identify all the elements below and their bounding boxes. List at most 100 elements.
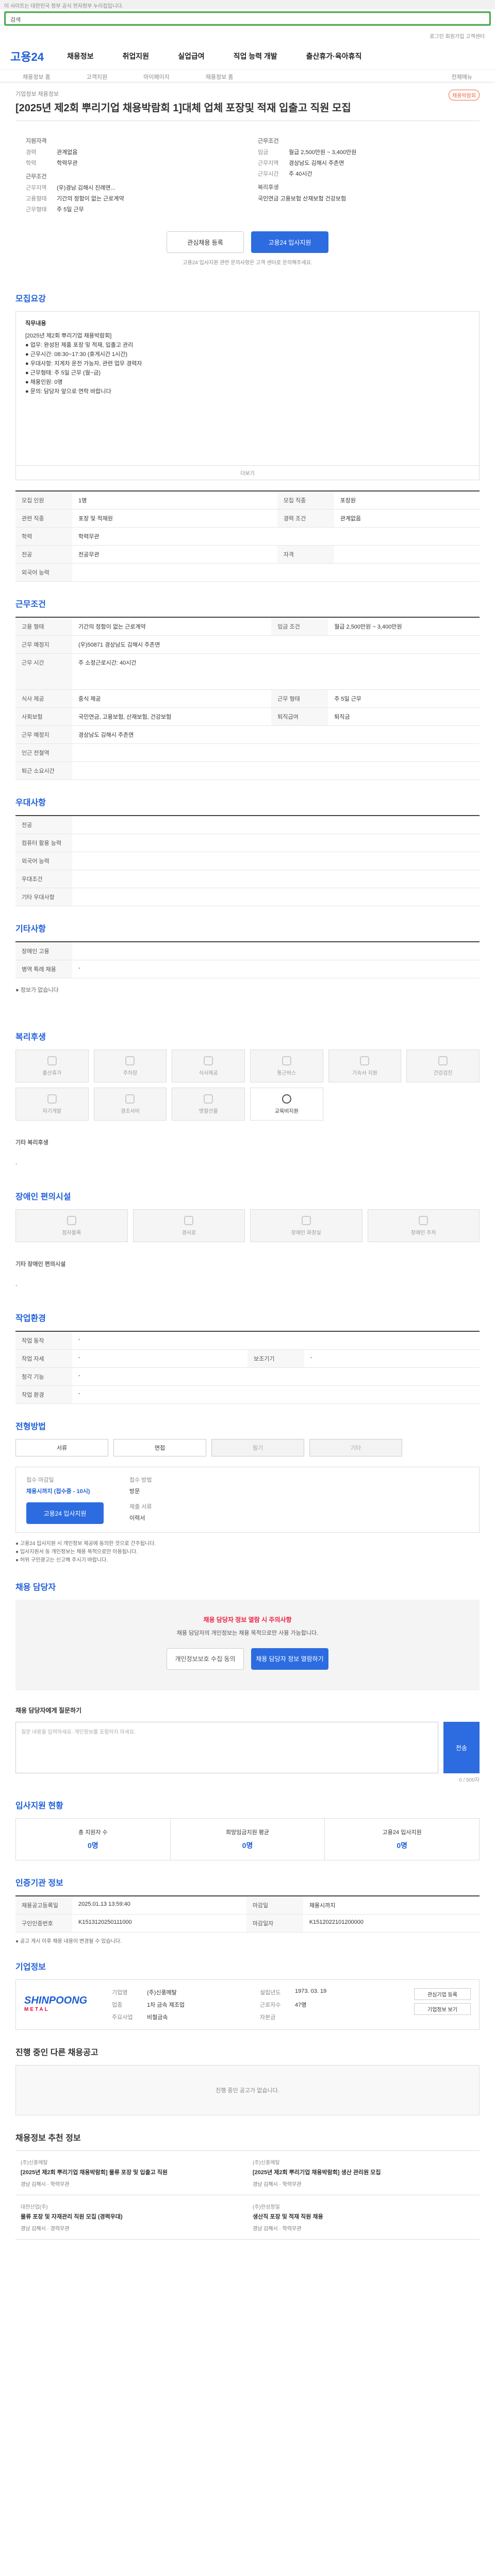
cell-val: - — [72, 1331, 480, 1350]
welfare-label: 자기개발 — [42, 1108, 62, 1114]
welfare-item: 건강검진 — [406, 1049, 480, 1082]
search-bar: 검색 — [4, 11, 491, 26]
cell-val: 포장 및 적재원 — [72, 509, 277, 528]
cell-val: (우)50871 경상남도 김해시 주촌면 — [72, 635, 480, 654]
view-manager-button[interactable]: 채용 담당자 정보 열람하기 — [251, 1648, 328, 1670]
section-title: 진행 중인 다른 채용공고 — [15, 2048, 98, 2057]
subnav-item[interactable]: 고객지원 — [87, 73, 107, 80]
summary-val: 관계없음 — [57, 149, 78, 156]
method-pill: 필기 — [211, 1439, 304, 1456]
facility-label: 장애인 화장실 — [291, 1230, 321, 1236]
etc-section: 기타사항 장애인 고용 병역 특례 채용 - ● 정보가 없습니다 — [15, 906, 480, 1014]
section-title: 채용정보 추천 정보 — [15, 2134, 81, 2143]
etc-note: ● 정보가 없습니다 — [15, 987, 59, 993]
job-title-link[interactable]: [2025년 제2회 뿌리기업 채용박람회] 물류 포장 및 입출고 직원 — [21, 2168, 242, 2177]
welfare-item: 교육비지원 — [250, 1088, 323, 1121]
jobinfo-note: ● 공고 게시 이후 채용 내용이 변경될 수 있습니다. — [15, 1939, 122, 1944]
stat-value: 0명 — [88, 1841, 98, 1850]
similar-job[interactable]: (주)신풍메탈 [2025년 제2회 뿌리기업 채용박람회] 생산 관리원 모집 경… — [248, 2151, 480, 2195]
welfare-item: 식사제공 — [172, 1049, 245, 1082]
gnb-item[interactable]: 채용정보 — [67, 51, 94, 61]
cell-key: 자격 — [277, 545, 334, 564]
privacy-consent-button[interactable]: 개인정보보호 수집 동의 — [167, 1648, 244, 1670]
detail-line: ● 근무시간: 08:30~17:30 (휴게시간 1시간) — [25, 351, 128, 358]
disabled-other-title: 기타 장애인 편의시설 — [15, 1261, 66, 1267]
search-input[interactable]: 검색 — [6, 13, 489, 24]
cell-val — [72, 852, 480, 870]
cell-val — [72, 834, 480, 852]
cell-val: K1512022101200000 — [303, 1914, 480, 1933]
similar-job[interactable]: (주)신풍메탈 [2025년 제2회 뿌리기업 채용박람회] 물류 포장 및 입출… — [15, 2151, 248, 2195]
cell-val: - — [72, 1367, 480, 1386]
site-logo[interactable]: 고용24 — [10, 48, 67, 64]
gnb-item[interactable]: 직업 능력 개발 — [234, 51, 277, 61]
others-empty: 진행 중인 공고가 없습니다. — [15, 2065, 480, 2115]
cell-key: 장애인 고용 — [15, 942, 72, 960]
summary-key: 고용형태 — [26, 196, 47, 202]
subnav-item[interactable]: 마이페이지 — [143, 73, 170, 80]
cell-key: 고용 형태 — [15, 617, 72, 636]
job-title-link[interactable]: [2025년 제2회 뿌리기업 채용박람회] 생산 관리원 모집 — [253, 2168, 474, 2177]
others-section: 진행 중인 다른 채용공고 진행 중인 공고가 없습니다. — [15, 2030, 480, 2115]
info-key: 기업명 — [112, 1990, 128, 1996]
stat-item: 총 지원자 수 0명 — [16, 1819, 171, 1860]
subnav-item[interactable]: 채용정보 홈 — [206, 73, 234, 80]
sub-nav: 채용정보 홈 고객지원 마이페이지 채용정보 홈 전체메뉴 — [0, 69, 495, 82]
gnb-item[interactable]: 취업지원 — [123, 51, 150, 61]
apply-box-button[interactable]: 고용24 입사지원 — [26, 1502, 104, 1524]
company-section: 기업정보 SHINPOONG METAL 기업명 (주)신풍메탈 설립년도 1973.… — [15, 1944, 480, 2030]
section-title: 근무조건 — [15, 600, 46, 609]
cell-val — [72, 942, 480, 960]
warning-text: 채용 담당자의 개인정보는 채용 목적으로만 사용 가능합니다. — [176, 1630, 319, 1636]
scrap-button[interactable]: 관심채용 등록 — [167, 231, 244, 253]
question-textarea[interactable]: 질문 내용을 입력하세요. 개인정보를 포함하지 마세요. — [15, 1722, 438, 1773]
etc-table: 장애인 고용 병역 특례 채용 - — [15, 941, 480, 978]
gnb-item[interactable]: 출산휴가·육아휴직 — [306, 51, 362, 61]
cell-val: 전공무관 — [72, 545, 277, 564]
job-company: (주)신풍메탈 — [253, 2160, 280, 2166]
section-title: 인증기관 정보 — [15, 1879, 63, 1888]
facility-label: 점자블록 — [62, 1230, 81, 1236]
welfare-other-title: 기타 복리후생 — [15, 1140, 48, 1146]
section-title: 채용 담당자 — [15, 1583, 56, 1592]
job-header: 기업정보 채용정보 [2025년 제2회 뿌리기업 채용박람회 1]대체 업체 … — [15, 82, 480, 121]
question-submit-button[interactable]: 전송 — [443, 1722, 480, 1773]
stat-label: 희망임금지원 평균 — [226, 1829, 270, 1836]
info-key: 주요사업 — [112, 2014, 133, 2021]
job-title-link[interactable]: 물류 포장 및 자재관리 직원 모집 (경력우대) — [21, 2213, 242, 2221]
cell-key: 인근 전철역 — [15, 743, 72, 762]
summary-val: 월급 2,500만원 ~ 3,400만원 — [289, 149, 357, 156]
facility-icon — [67, 1215, 76, 1225]
detail-section: 모집요강 직무내용 [2025년 제2회 뿌리기업 채용박람회] ● 업무: 완… — [15, 276, 480, 582]
cell-val: 기간의 정함이 없는 근로계약 — [72, 617, 272, 636]
subnav-item[interactable]: 전체메뉴 — [452, 73, 472, 80]
util-links[interactable]: 로그인 회원가입 고객센터 — [0, 28, 495, 43]
facility-item: 장애인 화장실 — [250, 1209, 362, 1242]
company-info: 기업명 (주)신풍메탈 설립년도 1973. 03. 19 업종 1차 금속 제조업 근로… — [112, 1988, 404, 2021]
company-detail-button[interactable]: 기업정보 보기 — [414, 2003, 471, 2015]
apply-button[interactable]: 고용24 입사지원 — [251, 231, 328, 253]
company-favorite-button[interactable]: 관심기업 등록 — [414, 1988, 471, 2000]
job-title-link[interactable]: 생산직 포장 및 적재 직원 채용 — [253, 2213, 474, 2221]
subnav-item[interactable]: 채용정보 홈 — [23, 73, 51, 80]
info-val: 1973. 03. 19 — [295, 1988, 327, 1994]
welfare-icon — [282, 1056, 291, 1065]
detail-line: [2025년 제2회 뿌리기업 채용박람회] — [25, 333, 112, 339]
cell-key: 마감일 — [246, 1896, 303, 1914]
job-company: 대한산업(주) — [21, 2205, 48, 2210]
cell-val: - — [72, 960, 480, 978]
cell-key: 기타 우대사항 — [15, 888, 72, 906]
similar-job[interactable]: (주)한성정밀 생산직 포장 및 적재 직원 채용 경남 김해시 · 학력무관 — [248, 2195, 480, 2240]
similar-job[interactable]: 대한산업(주) 물류 포장 및 자재관리 직원 모집 (경력우대) 경남 김해시 ·… — [15, 2195, 248, 2240]
more-button[interactable]: 더보기 — [15, 466, 480, 480]
gnb-item[interactable]: 실업급여 — [178, 51, 205, 61]
cell-val: 경상남도 김해시 주촌면 — [72, 725, 480, 744]
cell-val — [72, 816, 480, 834]
welfare-section: 복리후생 출산휴가 주차장 식사제공 통근버스 기숙사 지원 건강검진 자기개발… — [15, 1014, 480, 1174]
cell-key: 근무 시간 — [15, 653, 72, 690]
cell-key: 전공 — [15, 545, 72, 564]
cell-val: 관계없음 — [334, 509, 480, 528]
welfare-icon — [438, 1056, 448, 1065]
section-title: 채용 담당자에게 질문하기 — [15, 1707, 82, 1714]
apply-section: 전형방법 서류 면접 필기 기타 접수 마감일 채용시까지 (접수중 - 10시… — [15, 1404, 480, 1565]
